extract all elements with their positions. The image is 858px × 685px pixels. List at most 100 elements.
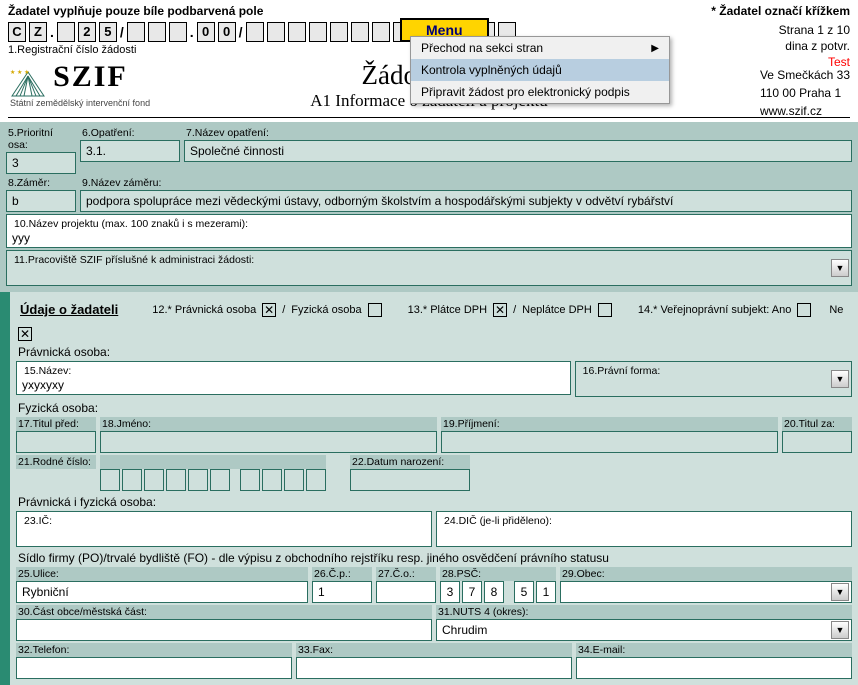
label-28: 28.PSČ: <box>440 567 556 581</box>
psc-box: 7 <box>462 581 482 603</box>
field-23-wrap[interactable]: 23.IČ: <box>16 511 432 547</box>
instruction-left: Žadatel vyplňuje pouze bíle podbarvená p… <box>8 4 263 18</box>
field-29[interactable]: ▼ <box>560 581 852 603</box>
menu-dropdown: Přechod na sekci stran ▶ Kontrola vyplně… <box>410 36 670 104</box>
label-14b: Ne <box>829 304 843 316</box>
dropdown-icon[interactable]: ▼ <box>831 370 849 388</box>
rc-box <box>210 469 230 491</box>
heading-fyzicka: Fyzická osoba: <box>16 399 852 417</box>
label-12: 12.* Právnická osoba <box>152 304 256 316</box>
reg-box <box>57 22 75 42</box>
psc-box: 3 <box>440 581 460 603</box>
checkbox-verej-ano[interactable] <box>797 303 811 317</box>
field-31[interactable]: Chrudim▼ <box>436 619 852 641</box>
label-27: 27.Č.o.: <box>376 567 436 581</box>
label-17: 17.Titul před: <box>16 417 96 431</box>
psc-box: 5 <box>514 581 534 603</box>
menu-item-sections[interactable]: Přechod na sekci stran ▶ <box>411 37 669 59</box>
label-25: 25.Ulice: <box>16 567 308 581</box>
checkbox-verej-ne[interactable] <box>18 327 32 341</box>
reg-box <box>246 22 264 42</box>
label-16: 16.Právní forma: <box>581 364 846 378</box>
section-udaje: Údaje o žadateli <box>18 298 120 321</box>
menu-item-label: Přechod na sekci stran <box>421 41 543 55</box>
dropdown-icon[interactable]: ▼ <box>831 621 849 639</box>
reg-box: 0 <box>197 22 215 42</box>
label-34: 34.E-mail: <box>576 643 852 657</box>
szif-logo: ★ ★ ★ SZIF Státní zemědělský intervenční… <box>10 60 150 108</box>
psc-box: 8 <box>484 581 504 603</box>
reg-box: 2 <box>78 22 96 42</box>
reg-sep: . <box>190 24 194 40</box>
rc-box <box>144 469 164 491</box>
dropdown-icon[interactable]: ▼ <box>831 259 849 277</box>
field-24-wrap[interactable]: 24.DIČ (je-li přiděleno): <box>436 511 852 547</box>
menu-item-label: Připravit žádost pro elektronický podpis <box>421 85 630 99</box>
reg-box <box>267 22 285 42</box>
label-13b: Neplátce DPH <box>522 304 592 316</box>
label-18: 18.Jméno: <box>100 417 437 431</box>
heading-sidlo: Sídlo firmy (PO)/trvalé bydliště (FO) - … <box>16 549 852 567</box>
label-14: 14.* Veřejnoprávní subjekt: Ano <box>638 304 792 316</box>
field-18 <box>100 431 437 453</box>
field-34[interactable] <box>576 657 852 679</box>
field-30[interactable] <box>16 619 432 641</box>
checkbox-fyzicka-osoba[interactable] <box>368 303 382 317</box>
rc-box <box>240 469 260 491</box>
field-28[interactable]: 3 7 8 5 1 <box>440 581 556 603</box>
field-27[interactable] <box>376 581 436 603</box>
field-11-wrap[interactable]: 11.Pracoviště SZIF příslušné k administr… <box>6 250 852 286</box>
reg-box <box>148 22 166 42</box>
addr-line: Ve Smečkách 33 <box>760 66 850 84</box>
field-15-wrap[interactable]: 15.Název:yxyxyxy <box>16 361 571 395</box>
field-16-wrap[interactable]: 16.Právní forma:▼ <box>575 361 852 397</box>
checkbox-neplatce-dph[interactable] <box>598 303 612 317</box>
reg-box <box>372 22 390 42</box>
field-20 <box>782 431 852 453</box>
field-10: yyy <box>12 231 846 245</box>
reg-sep: . <box>50 24 54 40</box>
dropdown-icon[interactable]: ▼ <box>831 583 849 601</box>
field-6: 3.1. <box>80 140 180 162</box>
label-12b: Fyzická osoba <box>291 304 361 316</box>
field-25[interactable]: Rybniční <box>16 581 308 603</box>
field-9: podpora spolupráce mezi vědeckými ústavy… <box>80 190 852 212</box>
label-15: 15.Název: <box>22 364 565 378</box>
reg-box <box>351 22 369 42</box>
field-10-wrap[interactable]: 10.Název projektu (max. 100 znaků i s me… <box>6 214 852 248</box>
szif-subtitle: Státní zemědělský intervenční fond <box>10 98 150 108</box>
dina-text: dina z potvr. <box>779 38 850 54</box>
reg-box: 5 <box>99 22 117 42</box>
label-6: 6.Opatření: <box>80 126 180 140</box>
label-23: 23.IČ: <box>22 514 426 528</box>
label-32: 32.Telefon: <box>16 643 292 657</box>
page-info: Strana 1 z 10 <box>779 22 850 38</box>
label-10: 10.Název projektu (max. 100 znaků i s me… <box>12 217 846 231</box>
addr-link[interactable]: www.szif.cz <box>760 102 850 120</box>
field-17 <box>16 431 96 453</box>
field-33[interactable] <box>296 657 572 679</box>
label-13: 13.* Plátce DPH <box>408 304 487 316</box>
field-22 <box>350 469 470 491</box>
reg-box: 0 <box>218 22 236 42</box>
field-8: b <box>6 190 76 212</box>
label-29: 29.Obec: <box>560 567 852 581</box>
label-20: 20.Titul za: <box>782 417 852 431</box>
field-26[interactable]: 1 <box>312 581 372 603</box>
checkbox-pravnicka-osoba[interactable] <box>262 303 276 317</box>
rc-box <box>262 469 282 491</box>
label-24: 24.DIČ (je-li přiděleno): <box>442 514 846 528</box>
checkbox-platce-dph[interactable] <box>493 303 507 317</box>
szif-text: SZIF <box>53 60 128 94</box>
reg-box <box>330 22 348 42</box>
chevron-right-icon: ▶ <box>651 43 659 54</box>
field-32[interactable] <box>16 657 292 679</box>
label-9: 9.Název záměru: <box>80 176 852 190</box>
rc-box <box>122 469 142 491</box>
reg-box <box>288 22 306 42</box>
field-19 <box>441 431 778 453</box>
menu-item-check[interactable]: Kontrola vyplněných údajů <box>411 59 669 81</box>
menu-item-prepare[interactable]: Připravit žádost pro elektronický podpis <box>411 81 669 103</box>
field-15: yxyxyxy <box>22 378 565 392</box>
field-7: Společné činnosti <box>184 140 852 162</box>
